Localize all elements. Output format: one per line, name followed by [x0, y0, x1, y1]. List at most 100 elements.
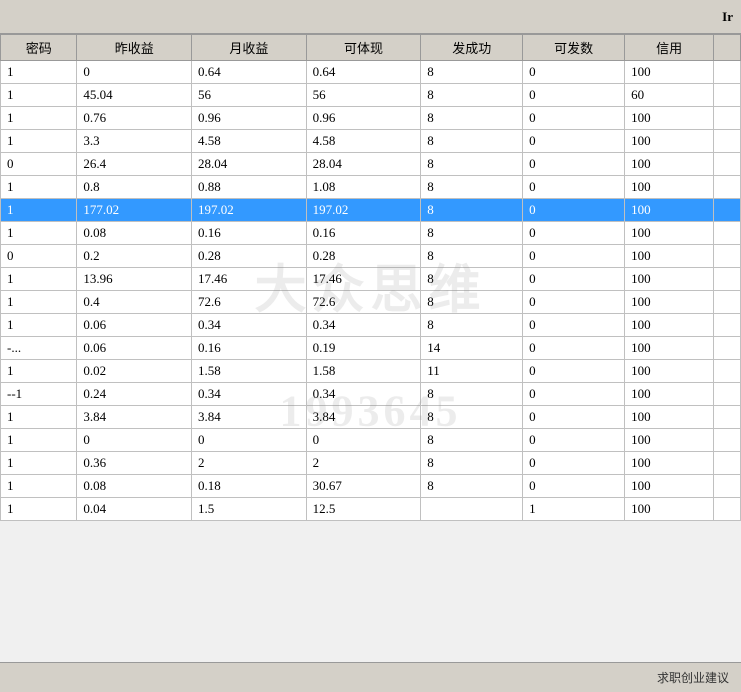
table-row[interactable]: -...0.060.160.19140100 [1, 337, 741, 360]
cell-mima: 1 [1, 222, 77, 245]
cell-ketx: 0.28 [306, 245, 421, 268]
table-row[interactable]: 026.428.0428.0480100 [1, 153, 741, 176]
cell-mima: 1 [1, 199, 77, 222]
cell-fcg: 8 [421, 314, 523, 337]
table-row[interactable]: 13.843.843.8480100 [1, 406, 741, 429]
cell-xinyong: 100 [625, 176, 714, 199]
cell-extra [714, 429, 741, 452]
cell-zuosy: 0.08 [77, 475, 192, 498]
top-bar-label: Ir [722, 9, 733, 25]
cell-extra [714, 360, 741, 383]
header-extra [714, 35, 741, 61]
cell-ketx: 12.5 [306, 498, 421, 521]
cell-extra [714, 498, 741, 521]
cell-xinyong: 100 [625, 268, 714, 291]
table-row[interactable]: 10.041.512.51100 [1, 498, 741, 521]
table-container: 大众思维 1993645 密码 昨收益 月收益 可体现 发成功 可发数 信用 [0, 34, 741, 662]
header-mima: 密码 [1, 35, 77, 61]
cell-ketx: 28.04 [306, 153, 421, 176]
cell-mima: 1 [1, 452, 77, 475]
cell-kfs: 0 [523, 130, 625, 153]
cell-zuosy: 0.36 [77, 452, 192, 475]
table-row[interactable]: 113.9617.4617.4680100 [1, 268, 741, 291]
cell-fcg: 8 [421, 452, 523, 475]
cell-kfs: 0 [523, 61, 625, 84]
cell-yuesy: 0.16 [192, 337, 307, 360]
cell-fcg: 8 [421, 176, 523, 199]
cell-mima: 1 [1, 61, 77, 84]
cell-extra [714, 130, 741, 153]
table-row[interactable]: --10.240.340.3480100 [1, 383, 741, 406]
table-row[interactable]: 100.640.6480100 [1, 61, 741, 84]
header-fcg: 发成功 [421, 35, 523, 61]
cell-mima: 1 [1, 429, 77, 452]
header-xinyong: 信用 [625, 35, 714, 61]
table-row[interactable]: 10.362280100 [1, 452, 741, 475]
cell-fcg: 8 [421, 406, 523, 429]
cell-mima: -... [1, 337, 77, 360]
cell-extra [714, 268, 741, 291]
cell-yuesy: 4.58 [192, 130, 307, 153]
cell-fcg: 8 [421, 130, 523, 153]
cell-ketx: 0.34 [306, 314, 421, 337]
cell-zuosy: 0.06 [77, 314, 192, 337]
cell-ketx: 2 [306, 452, 421, 475]
cell-yuesy: 56 [192, 84, 307, 107]
cell-kfs: 0 [523, 268, 625, 291]
header-ketx: 可体现 [306, 35, 421, 61]
cell-yuesy: 197.02 [192, 199, 307, 222]
table-header-row: 密码 昨收益 月收益 可体现 发成功 可发数 信用 [1, 35, 741, 61]
cell-yuesy: 1.5 [192, 498, 307, 521]
cell-mima: 1 [1, 176, 77, 199]
table-row[interactable]: 10.080.160.1680100 [1, 222, 741, 245]
cell-extra [714, 383, 741, 406]
table-row[interactable]: 13.34.584.5880100 [1, 130, 741, 153]
cell-kfs: 0 [523, 153, 625, 176]
cell-mima: 1 [1, 291, 77, 314]
table-row[interactable]: 10.060.340.3480100 [1, 314, 741, 337]
cell-kfs: 0 [523, 383, 625, 406]
cell-zuosy: 3.84 [77, 406, 192, 429]
cell-xinyong: 100 [625, 291, 714, 314]
table-row[interactable]: 1177.02197.02197.0280100 [1, 199, 741, 222]
cell-extra [714, 61, 741, 84]
header-yuesy: 月收益 [192, 35, 307, 61]
cell-zuosy: 0.2 [77, 245, 192, 268]
table-row[interactable]: 145.0456568060 [1, 84, 741, 107]
cell-zuosy: 0.24 [77, 383, 192, 406]
cell-fcg: 8 [421, 245, 523, 268]
cell-xinyong: 100 [625, 498, 714, 521]
cell-extra [714, 153, 741, 176]
cell-ketx: 17.46 [306, 268, 421, 291]
cell-kfs: 0 [523, 452, 625, 475]
table-row[interactable]: 10.021.581.58110100 [1, 360, 741, 383]
table-row[interactable]: 10.080.1830.6780100 [1, 475, 741, 498]
table-row[interactable]: 10.80.881.0880100 [1, 176, 741, 199]
cell-mima: 1 [1, 107, 77, 130]
cell-yuesy: 0.34 [192, 383, 307, 406]
cell-extra [714, 337, 741, 360]
cell-xinyong: 100 [625, 475, 714, 498]
cell-ketx: 1.08 [306, 176, 421, 199]
cell-zuosy: 0 [77, 61, 192, 84]
cell-yuesy: 2 [192, 452, 307, 475]
table-row[interactable]: 10.760.960.9680100 [1, 107, 741, 130]
cell-mima: 0 [1, 153, 77, 176]
cell-fcg: 8 [421, 153, 523, 176]
cell-extra [714, 291, 741, 314]
table-row[interactable]: 10.472.672.680100 [1, 291, 741, 314]
cell-kfs: 0 [523, 222, 625, 245]
cell-xinyong: 100 [625, 61, 714, 84]
table-row[interactable]: 100080100 [1, 429, 741, 452]
cell-yuesy: 3.84 [192, 406, 307, 429]
header-zuosy: 昨收益 [77, 35, 192, 61]
cell-yuesy: 1.58 [192, 360, 307, 383]
cell-fcg: 8 [421, 199, 523, 222]
cell-mima: --1 [1, 383, 77, 406]
cell-kfs: 0 [523, 291, 625, 314]
cell-fcg: 8 [421, 475, 523, 498]
table-row[interactable]: 00.20.280.2880100 [1, 245, 741, 268]
cell-yuesy: 0.64 [192, 61, 307, 84]
cell-ketx: 0 [306, 429, 421, 452]
cell-ketx: 56 [306, 84, 421, 107]
